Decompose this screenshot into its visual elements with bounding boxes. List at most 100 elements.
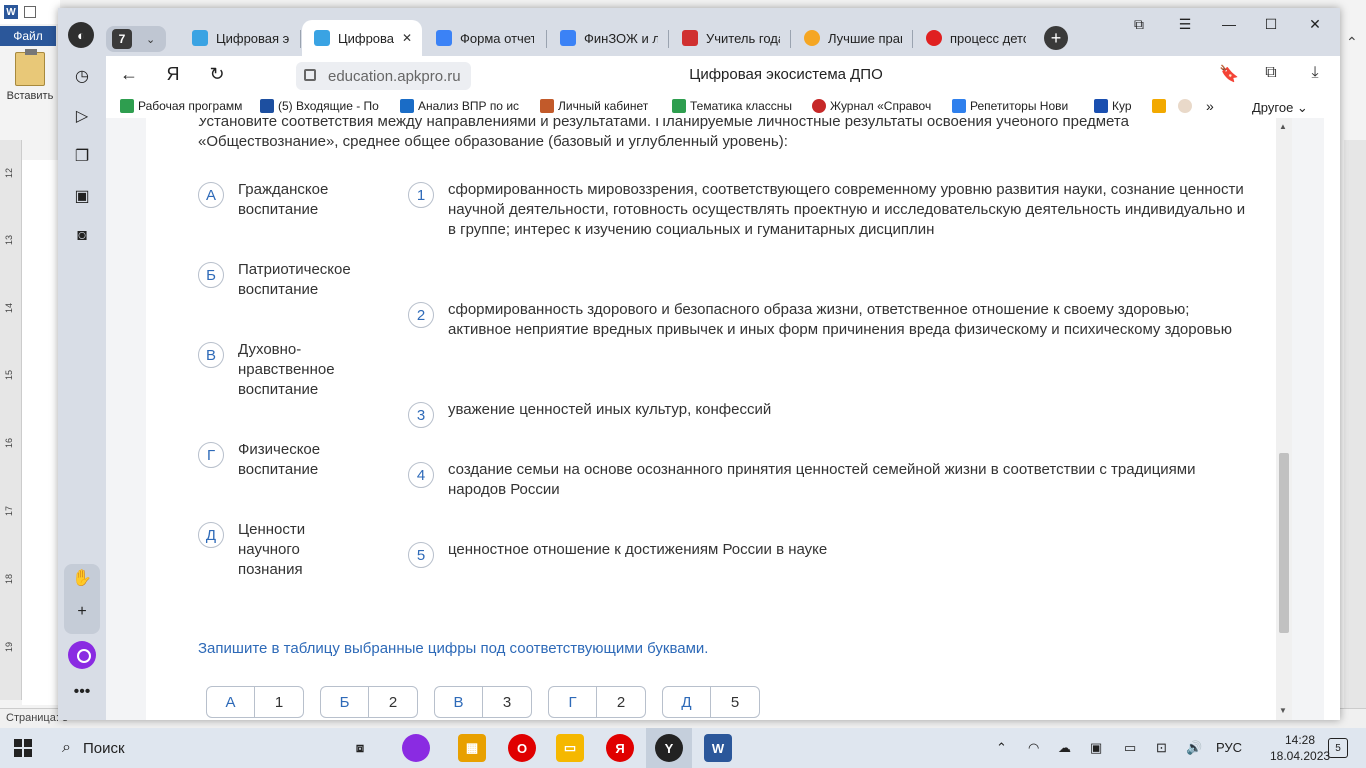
task-view-icon[interactable]: ⧈ <box>346 734 374 762</box>
word-icon: W <box>4 5 18 19</box>
opera-icon[interactable]: O <box>508 734 536 762</box>
bookmark-icon[interactable]: 🔖 <box>1216 64 1242 84</box>
chevron-up-icon[interactable]: ⌃ <box>1346 34 1358 51</box>
bookmark-mail-icon[interactable] <box>1152 99 1170 113</box>
word-scrollbar[interactable] <box>1344 140 1366 708</box>
save-icon[interactable] <box>24 6 36 18</box>
bookmarks-other-button[interactable]: Другое ⌄ <box>1252 100 1308 116</box>
yandex-taskbar-icon[interactable]: Я <box>606 734 634 762</box>
screen-icon[interactable]: ⊡ <box>1156 740 1167 756</box>
word-taskbar-icon[interactable]: W <box>704 734 732 762</box>
app-tray-icon[interactable]: ▣ <box>1090 740 1102 756</box>
scroll-up-icon[interactable]: ▲ <box>1279 122 1287 131</box>
menu-icon[interactable]: ☰ <box>1170 16 1200 33</box>
answer-letter: Г <box>549 687 597 717</box>
yandex-menu-icon[interactable]: ◐ <box>68 22 94 48</box>
tab-item-active[interactable]: Цифровая эк ✕ <box>302 20 422 56</box>
network-icon[interactable]: ◠ <box>1028 740 1039 756</box>
bookmark-item[interactable]: Рабочая программ <box>120 99 254 113</box>
add-icon[interactable]: + <box>70 600 94 624</box>
cloud-icon[interactable]: ☁ <box>1058 740 1071 756</box>
play-icon[interactable]: ▷ <box>70 104 94 128</box>
collections-icon[interactable]: ❐ <box>70 144 94 168</box>
taskbar-search-label: Поиск <box>82 739 125 757</box>
answer-cell[interactable]: В 3 <box>434 686 532 718</box>
answer-value[interactable]: 2 <box>369 687 417 717</box>
yandex-icon[interactable]: Я <box>160 64 186 85</box>
bookmark-item[interactable]: (5) Входящие - По <box>260 99 394 113</box>
battery-icon[interactable]: ▭ <box>1124 740 1136 756</box>
answer-value[interactable]: 3 <box>483 687 531 717</box>
answer-value[interactable]: 2 <box>597 687 645 717</box>
url-field[interactable]: education.apkpro.ru <box>296 62 471 90</box>
maximize-icon[interactable]: ☐ <box>1256 16 1286 33</box>
answer-cell[interactable]: Д 5 <box>662 686 760 718</box>
tab-count-button[interactable]: 7 ⌄ <box>106 26 166 52</box>
word-file-tab[interactable]: Файл <box>0 26 56 46</box>
letter-marker: Д <box>198 522 224 548</box>
tab-favicon-icon <box>314 30 330 46</box>
sidebar: ◷ ▷ ❐ ▣ ◙ ✋ + ••• <box>58 56 106 720</box>
bookmarks-bar: Рабочая программ (5) Входящие - По Анали… <box>106 98 1340 118</box>
letter-marker: А <box>198 182 224 208</box>
answer-letter: Д <box>663 687 711 717</box>
camera-icon[interactable]: ◙ <box>70 224 94 248</box>
scroll-down-icon[interactable]: ▼ <box>1279 706 1287 715</box>
answer-value[interactable]: 1 <box>255 687 303 717</box>
clock[interactable]: 14:28 18.04.2023 <box>1270 732 1330 764</box>
windows-start-icon[interactable] <box>14 739 32 757</box>
answer-cell[interactable]: Б 2 <box>320 686 418 718</box>
volume-icon[interactable]: 🔊 <box>1186 740 1202 756</box>
notification-icon[interactable]: 5 <box>1328 738 1348 758</box>
tab-item[interactable]: Форма отчет <box>424 20 544 56</box>
number-marker: 3 <box>408 402 434 428</box>
page-scrollbar[interactable]: ▲ ▼ <box>1276 118 1292 720</box>
bookmark-item[interactable]: Кур <box>1094 99 1144 113</box>
bookmark-item[interactable]: Личный кабинет <box>540 99 666 113</box>
download-icon[interactable]: ⤓ <box>1302 64 1328 82</box>
back-icon[interactable]: ← <box>116 64 142 85</box>
hand-icon[interactable]: ✋ <box>70 566 94 590</box>
paste-button[interactable]: Вставить <box>6 49 54 102</box>
bookmark-extra-icon[interactable] <box>1178 99 1196 113</box>
tab-favicon-icon <box>682 30 698 46</box>
new-tab-button[interactable]: + <box>1044 26 1068 50</box>
answer-cell[interactable]: А 1 <box>206 686 304 718</box>
vertical-ruler: 12 13 14 15 16 17 18 19 <box>0 140 22 700</box>
history-icon[interactable]: ◷ <box>70 64 94 88</box>
alice-taskbar-icon[interactable] <box>402 734 430 762</box>
scroll-thumb[interactable] <box>1279 453 1289 633</box>
bookmark-item[interactable]: Анализ ВПР по ис <box>400 99 528 113</box>
tab-item[interactable]: Лучшие прак <box>792 20 912 56</box>
bookmarks-more-button[interactable]: » <box>1206 98 1214 114</box>
bookmark-label: Журнал «Справоч <box>830 99 932 113</box>
more-icon[interactable]: ••• <box>70 680 94 704</box>
close-icon[interactable]: ✕ <box>402 31 412 45</box>
explorer-icon[interactable]: ▭ <box>556 734 584 762</box>
number-marker: 1 <box>408 182 434 208</box>
bookmark-item[interactable]: Тематика классны <box>672 99 806 113</box>
tab-title: Лучшие прак <box>828 30 902 46</box>
close-window-icon[interactable]: ✕ <box>1300 16 1330 33</box>
bookmark-item[interactable]: Репетиторы Нови <box>952 99 1086 113</box>
answer-value[interactable]: 5 <box>711 687 759 717</box>
minimize-icon[interactable]: — <box>1214 16 1244 32</box>
store-icon[interactable]: ▦ <box>458 734 486 762</box>
tray-chevron-icon[interactable]: ⌃ <box>996 740 1007 756</box>
reload-icon[interactable]: ↻ <box>204 64 230 85</box>
tab-item[interactable]: ФинЗОЖ и л <box>548 20 668 56</box>
yandex-browser-icon[interactable]: Y <box>655 734 683 762</box>
calendar-icon[interactable]: ▣ <box>70 184 94 208</box>
taskbar-search[interactable]: ⌕ Поиск <box>48 728 328 768</box>
answer-cell[interactable]: Г 2 <box>548 686 646 718</box>
bookmark-icon <box>672 99 686 113</box>
reader-icon[interactable]: ⧉ <box>1258 64 1284 82</box>
tab-item[interactable]: Цифровая эк <box>180 20 300 56</box>
alice-icon[interactable] <box>68 641 96 669</box>
page-content: Установите соответствия между направлени… <box>106 118 1324 720</box>
tab-item[interactable]: Учитель года <box>670 20 790 56</box>
tab-item[interactable]: процесс детс <box>914 20 1036 56</box>
tab-manager-icon[interactable]: ⧉ <box>1124 16 1154 33</box>
language-indicator[interactable]: РУС <box>1216 740 1242 755</box>
bookmark-item[interactable]: Журнал «Справоч <box>812 99 944 113</box>
